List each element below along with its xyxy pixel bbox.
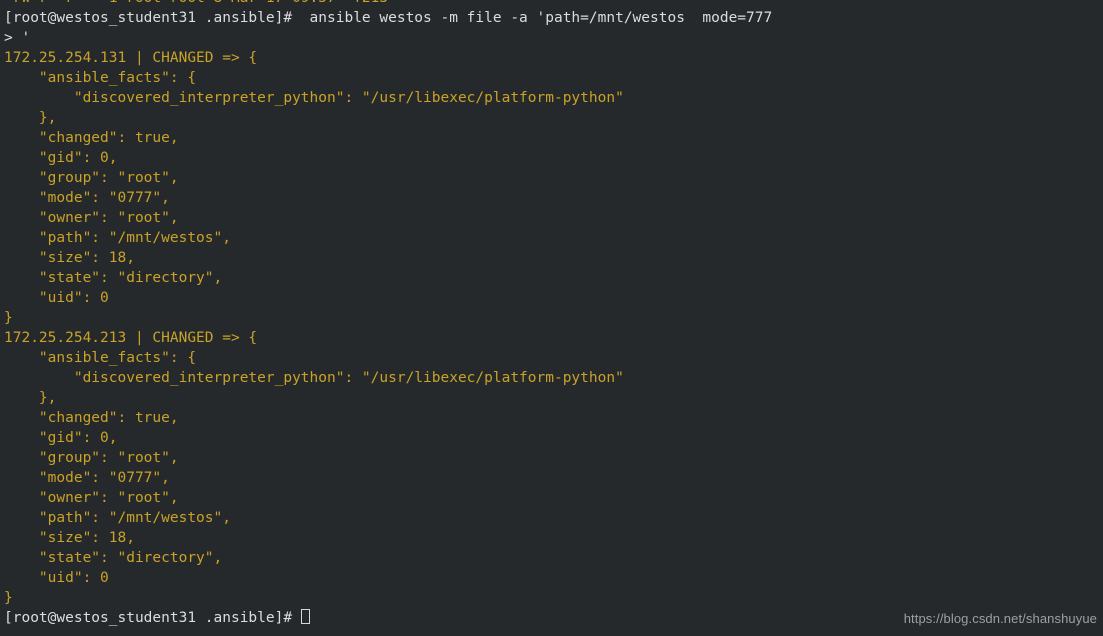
continuation-text: ' [21,30,31,46]
host-body-line: "state": "directory", [4,550,223,566]
host-body-line: "mode": "0777", [4,470,170,486]
host-body-line: "changed": true, [4,130,179,146]
host-body-line: "gid": 0, [4,430,118,446]
host-body-line: "uid": 0 [4,570,109,586]
terminal-screen[interactable]: -rw-r--r-- 1 root root 8 Mar 17 09:57 f2… [0,0,1103,628]
host-body-line: "size": 18, [4,250,135,266]
terminal-window[interactable]: -rw-r--r-- 1 root root 8 Mar 17 09:57 f2… [0,0,1103,636]
host-body-line: "ansible_facts": { [4,350,197,366]
host-body-line: "uid": 0 [4,290,109,306]
host-footer: } [4,590,13,606]
continuation-line[interactable]: > ' [4,28,1103,48]
host-body-line: }, [4,110,57,126]
host-header: 172.25.254.131 | CHANGED => { [4,50,258,66]
host-body-line: "discovered_interpreter_python": "/usr/l… [4,370,624,386]
command-text: ansible westos -m file -a 'path=/mnt/wes… [300,10,773,26]
host-body-line: }, [4,390,57,406]
host-body-line: "group": "root", [4,450,179,466]
host-body-line: "path": "/mnt/westos", [4,230,231,246]
host-body-line: "mode": "0777", [4,190,170,206]
host-body-line: "owner": "root", [4,210,179,226]
watermark: https://blog.csdn.net/shanshuyue [903,611,1097,626]
host-body-line: "state": "directory", [4,270,223,286]
shell-prompt: [root@westos_student31 .ansible]# [4,10,301,26]
continuation-prompt: > [4,30,22,46]
text-cursor[interactable] [300,609,310,624]
command-line[interactable]: [root@westos_student31 .ansible]# ansibl… [4,8,1103,28]
scrolled-partial-line: -rw-r--r-- 1 root root 8 Mar 17 09:57 f2… [4,0,1103,8]
host-footer: } [4,310,13,326]
scrolled-partial-text: -rw-r--r-- 1 root root 8 Mar 17 09:57 f2… [4,0,388,8]
host-header: 172.25.254.213 | CHANGED => { [4,330,258,346]
host-body-line: "ansible_facts": { [4,70,197,86]
host-body-line: "discovered_interpreter_python": "/usr/l… [4,90,624,106]
host-body-line: "size": 18, [4,530,135,546]
shell-prompt: [root@westos_student31 .ansible]# [4,610,301,626]
host-body-line: "path": "/mnt/westos", [4,510,231,526]
host-body-line: "changed": true, [4,410,179,426]
host-body-line: "owner": "root", [4,490,179,506]
host-body-line: "group": "root", [4,170,179,186]
host-body-line: "gid": 0, [4,150,118,166]
